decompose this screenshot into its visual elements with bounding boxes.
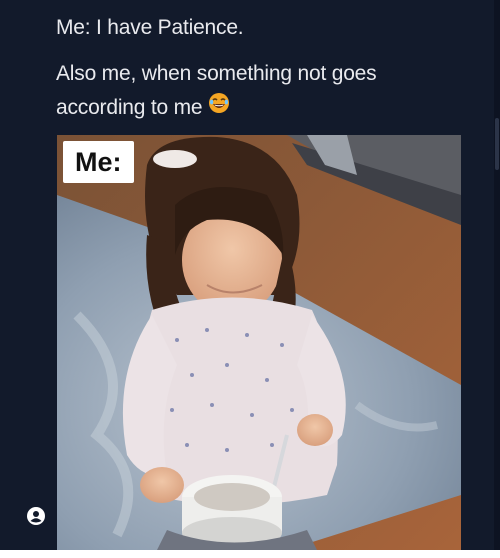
user-circle-icon[interactable] bbox=[26, 506, 46, 526]
tweet-text-line-3-label: according to me bbox=[56, 96, 203, 119]
tweet-card: Me: I have Patience. Also me, when somet… bbox=[0, 0, 500, 550]
tweet-text-line-1: Me: I have Patience. bbox=[56, 16, 244, 39]
laughing-face-emoji-icon bbox=[208, 92, 230, 120]
scrollbar-thumb[interactable] bbox=[495, 118, 499, 170]
gif-frame-image bbox=[57, 135, 461, 550]
gif-media[interactable]: Me: bbox=[57, 135, 461, 550]
me-caption-label: Me: bbox=[63, 141, 134, 183]
tweet-text-line-2: Also me, when something not goes bbox=[56, 62, 377, 85]
tweet-text-line-3: according to me bbox=[56, 93, 230, 120]
scrollbar[interactable] bbox=[494, 0, 500, 550]
